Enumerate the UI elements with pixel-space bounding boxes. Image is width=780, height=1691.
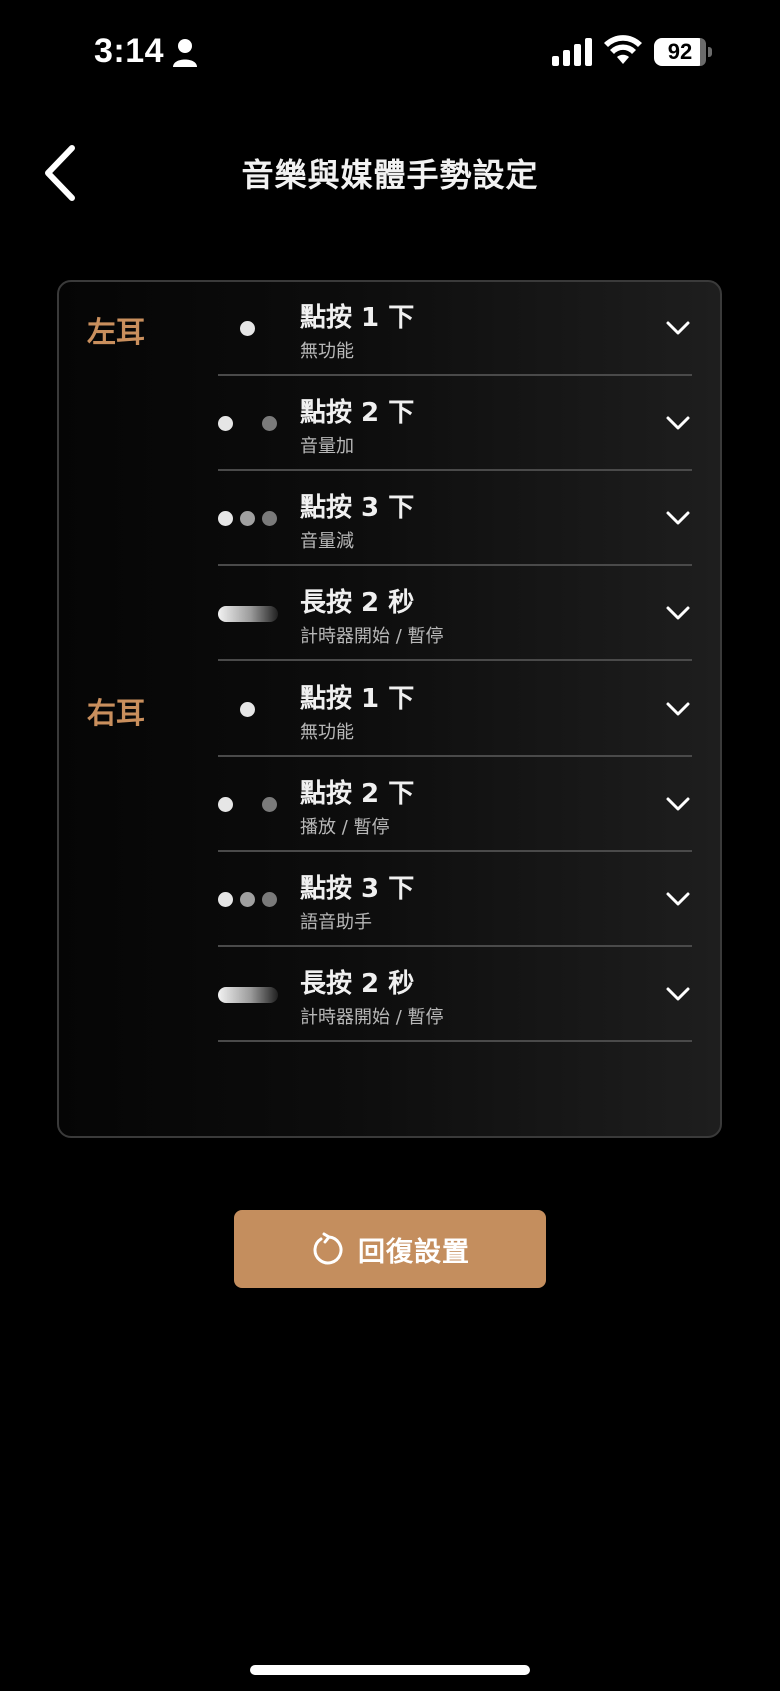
gesture-action: 音量加 — [300, 436, 354, 457]
chevron-down-icon[interactable] — [665, 315, 691, 341]
wifi-icon — [604, 35, 642, 64]
chevron-down-icon[interactable] — [665, 791, 691, 817]
gesture-action: 音量減 — [300, 531, 354, 552]
gesture-title: 長按 2 秒 — [300, 588, 415, 618]
chevron-down-icon[interactable] — [665, 505, 691, 531]
page-title: 音樂與媒體手勢設定 — [241, 156, 539, 194]
gesture-title: 點按 1 下 — [300, 684, 415, 714]
left-ear-triple-tap-row[interactable]: 點按 3 下 音量減 — [218, 471, 692, 566]
left-ear-double-tap-row[interactable]: 點按 2 下 音量加 — [218, 376, 692, 471]
battery-cap — [708, 47, 712, 57]
gesture-action: 計時器開始 / 暫停 — [300, 626, 444, 647]
left-ear-single-tap-row[interactable]: 點按 1 下 無功能 — [218, 281, 692, 376]
gesture-action: 無功能 — [300, 722, 354, 743]
chevron-down-icon[interactable] — [665, 410, 691, 436]
double-tap-icon — [218, 376, 278, 471]
status-bar: 3:14 92 — [0, 0, 780, 105]
triple-tap-icon — [218, 852, 278, 947]
single-tap-icon — [218, 662, 278, 757]
gesture-title: 長按 2 秒 — [300, 969, 415, 999]
chevron-down-icon[interactable] — [665, 696, 691, 722]
gesture-title: 點按 2 下 — [300, 398, 415, 428]
gesture-action: 語音助手 — [300, 912, 372, 933]
reset-settings-button[interactable]: 回復設置 — [234, 1210, 546, 1288]
right-ear-double-tap-row[interactable]: 點按 2 下 播放 / 暫停 — [218, 757, 692, 852]
gesture-action: 無功能 — [300, 341, 354, 362]
cellular-signal-icon — [552, 38, 592, 66]
double-tap-icon — [218, 757, 278, 852]
home-indicator[interactable] — [250, 1665, 530, 1675]
gesture-title: 點按 3 下 — [300, 874, 415, 904]
single-tap-icon — [218, 281, 278, 376]
triple-tap-icon — [218, 471, 278, 566]
right-ear-long-press-row[interactable]: 長按 2 秒 計時器開始 / 暫停 — [218, 947, 692, 1042]
chevron-down-icon[interactable] — [665, 886, 691, 912]
gesture-title: 點按 3 下 — [300, 493, 415, 523]
right-ear-single-tap-row[interactable]: 點按 1 下 無功能 — [218, 662, 692, 757]
right-ear-triple-tap-row[interactable]: 點按 3 下 語音助手 — [218, 852, 692, 947]
long-press-icon — [218, 947, 278, 1042]
chevron-down-icon[interactable] — [665, 981, 691, 1007]
status-time: 3:14 — [94, 32, 165, 70]
reset-icon — [313, 1232, 343, 1265]
long-press-icon — [218, 566, 278, 661]
gesture-action: 播放 / 暫停 — [300, 817, 390, 838]
left-ear-label: 左耳 — [87, 315, 146, 349]
reset-settings-label: 回復設置 — [358, 1236, 470, 1268]
right-ear-label: 右耳 — [87, 696, 146, 730]
gesture-title: 點按 1 下 — [300, 303, 415, 333]
gesture-action: 計時器開始 / 暫停 — [300, 1007, 444, 1028]
screen: 3:14 92 音樂與媒體手勢設定 左耳 右耳 點按 1 下 無功能 點按 2 … — [0, 0, 780, 1691]
chevron-down-icon[interactable] — [665, 600, 691, 626]
gesture-title: 點按 2 下 — [300, 779, 415, 809]
battery-icon: 92 — [654, 38, 712, 66]
battery-level: 92 — [654, 38, 706, 66]
person-icon — [173, 39, 197, 67]
left-ear-long-press-row[interactable]: 長按 2 秒 計時器開始 / 暫停 — [218, 566, 692, 661]
